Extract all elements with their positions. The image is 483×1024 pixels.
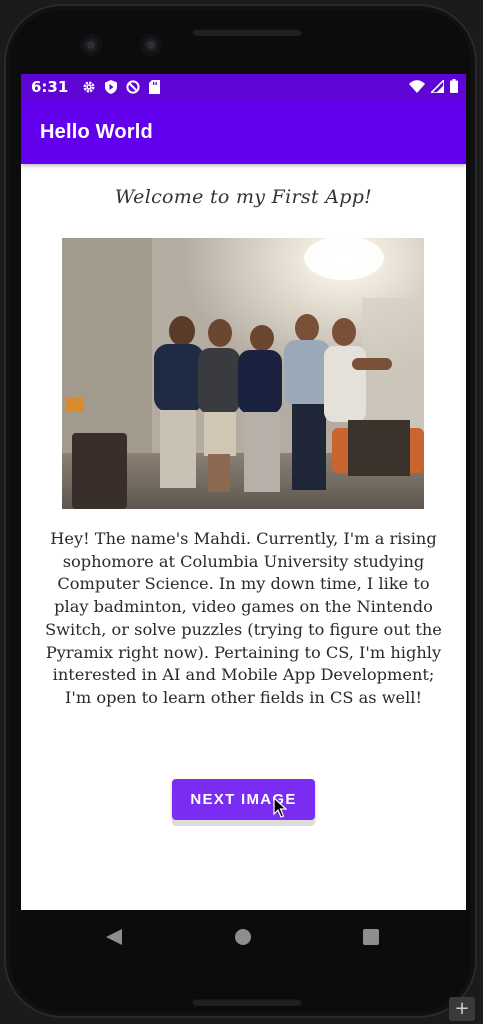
group-photo — [62, 238, 424, 509]
status-time: 6:31 — [31, 78, 69, 96]
app-screen: 6:31 Hello World Welcome to my First App… — [21, 74, 466, 910]
signal-icon — [431, 79, 444, 93]
bottom-speaker — [192, 998, 302, 1006]
emulator-plus-button[interactable]: + — [449, 997, 475, 1021]
recents-square-icon[interactable] — [363, 929, 379, 945]
app-title: Hello World — [40, 121, 153, 143]
wifi-icon — [409, 79, 425, 93]
status-bar: 6:31 — [21, 74, 466, 100]
mouse-cursor-icon — [273, 797, 287, 818]
front-sensor-icon — [140, 34, 162, 56]
shield-icon — [105, 80, 118, 94]
next-image-button[interactable]: NEXT IMAGE — [172, 779, 315, 820]
no-disturb-icon — [126, 80, 140, 94]
gear-icon — [83, 81, 95, 93]
system-nav-bar — [21, 910, 466, 964]
back-triangle-icon[interactable] — [105, 928, 123, 946]
bio-text: Hey! The name's Mahdi. Currently, I'm a … — [45, 529, 442, 707]
top-speaker — [192, 28, 302, 36]
home-circle-icon[interactable] — [235, 929, 251, 945]
sd-card-icon — [149, 80, 161, 94]
welcome-text: Welcome to my First App! — [114, 186, 373, 208]
battery-icon — [450, 79, 458, 93]
front-camera-icon — [80, 34, 102, 56]
app-bar: Hello World — [21, 100, 466, 164]
